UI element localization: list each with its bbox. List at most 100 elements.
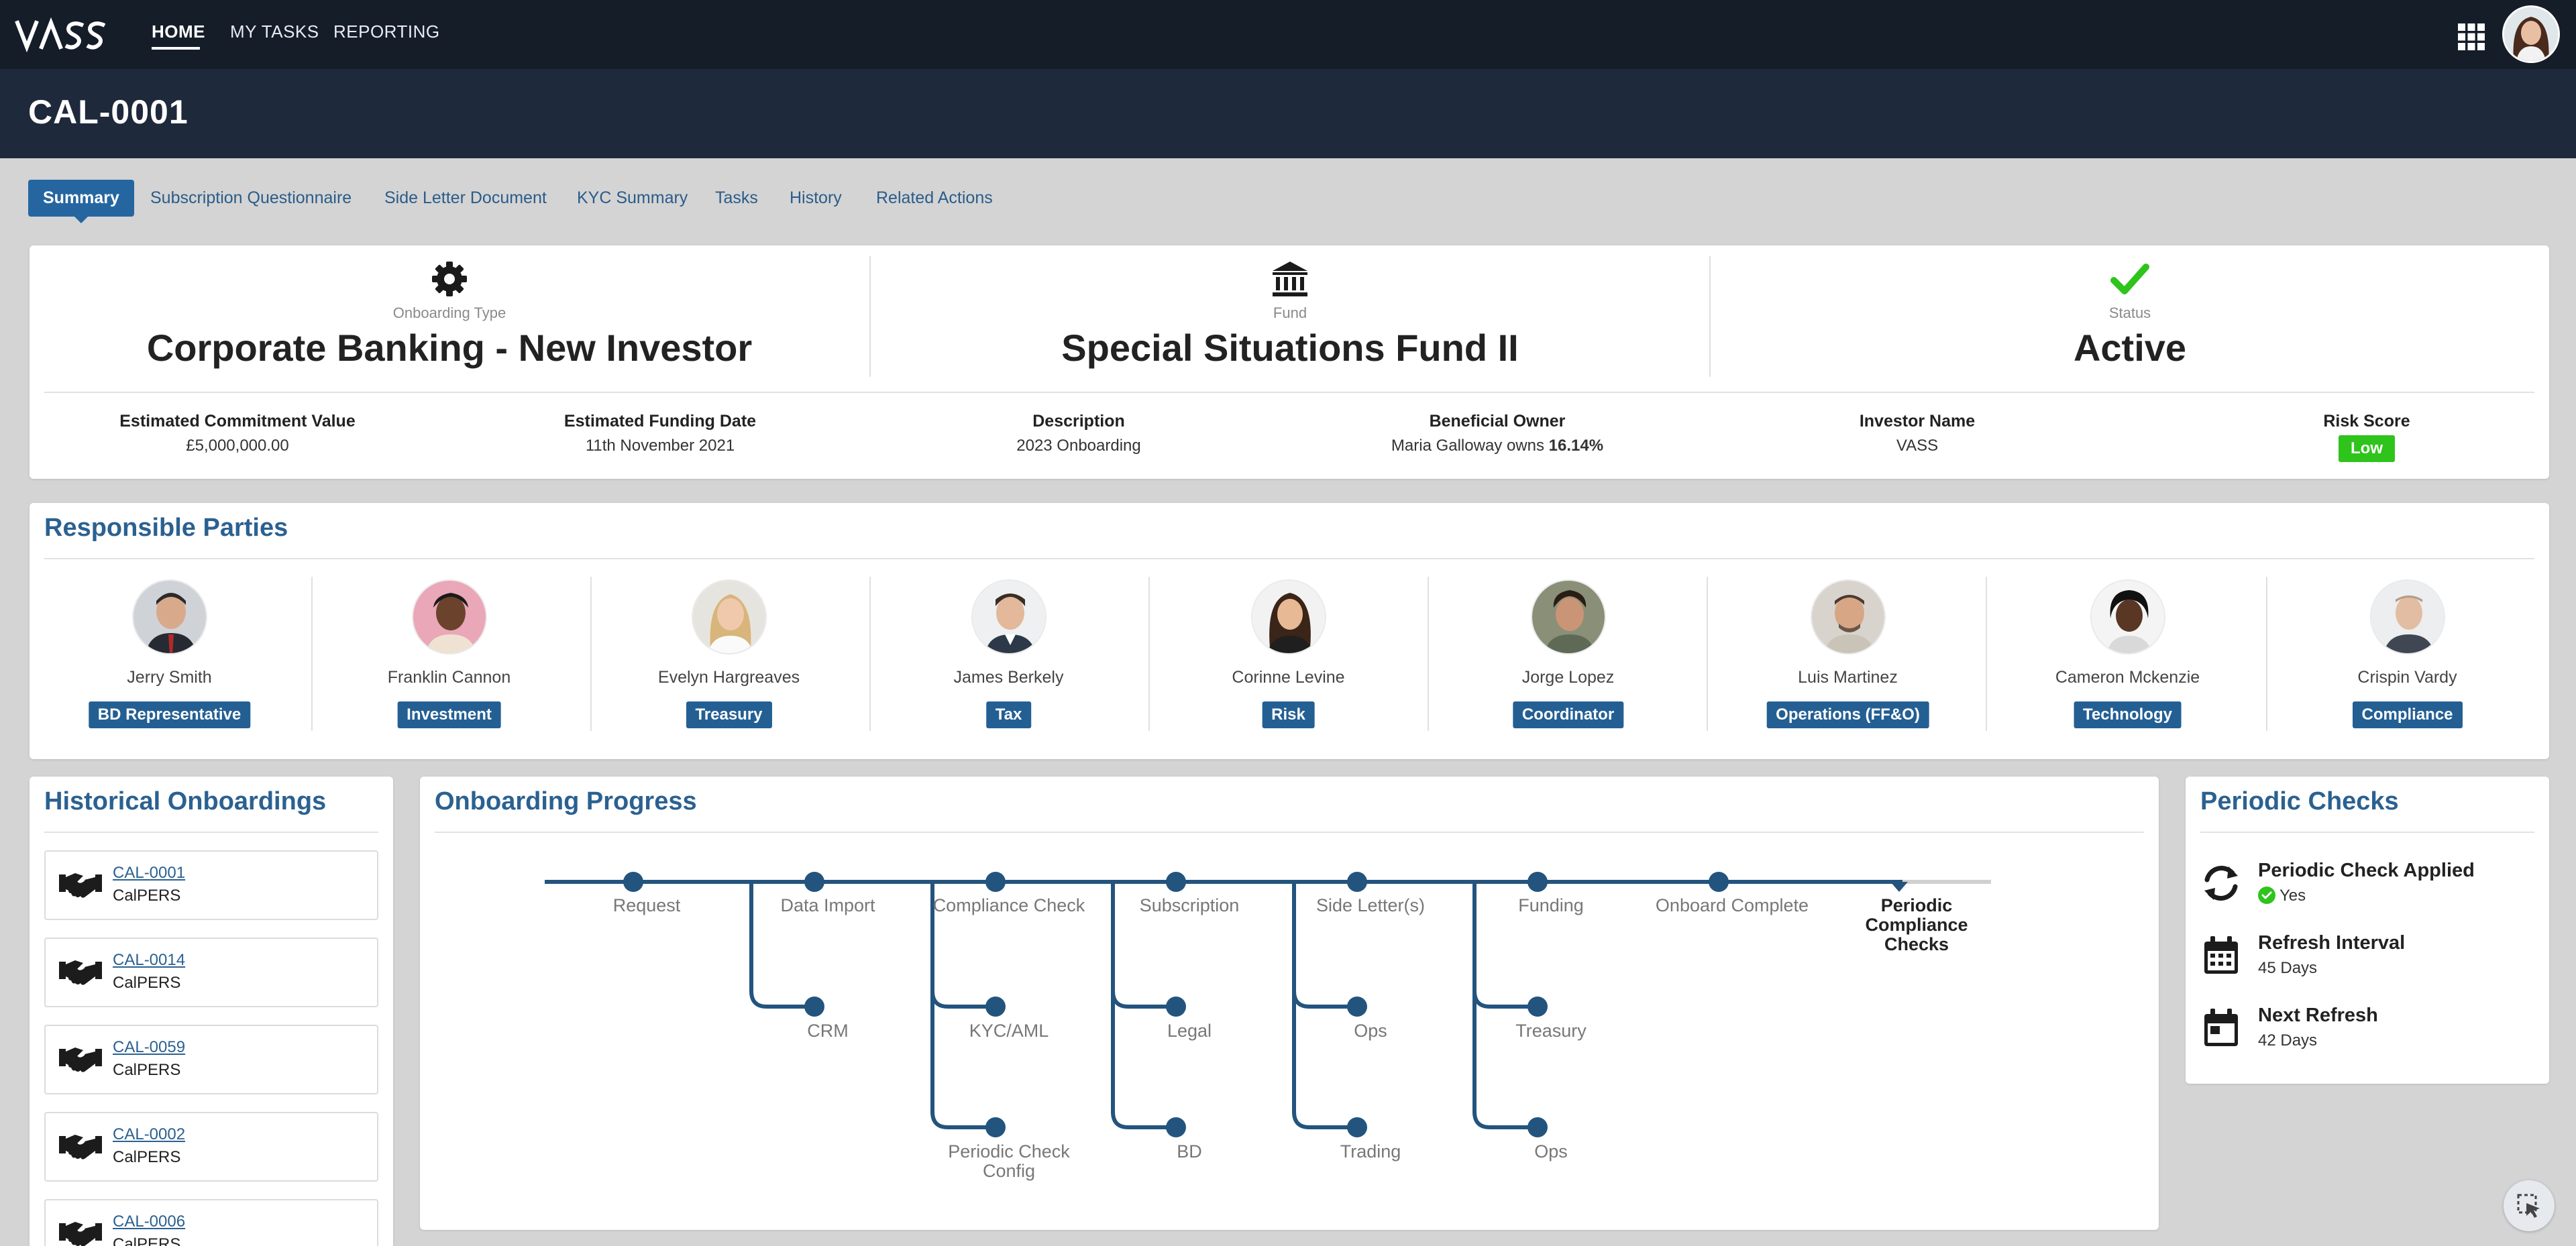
checkmark-icon [2110, 264, 2149, 294]
party-role-badge: Treasury [686, 701, 772, 728]
tab-tasks[interactable]: Tasks [700, 180, 773, 217]
status-label: Status [2108, 304, 2151, 321]
historical-item[interactable]: CAL-0014 CalPERS [44, 938, 378, 1007]
sub-node-bd [1166, 1117, 1186, 1137]
historical-onboardings-card: Historical Onboardings CAL-0001 CalPERS … [30, 777, 393, 1246]
historical-code-link[interactable]: CAL-0001 [113, 864, 185, 883]
sub-step-label: BD [1177, 1141, 1202, 1162]
periodic-check-applied-row: Periodic Check Applied Yes [2200, 860, 2536, 920]
responsible-parties-title: Responsible Parties [44, 514, 288, 542]
responsible-parties-card: Responsible Parties Jerry Smith BD Repre… [30, 503, 2549, 759]
avatar [691, 579, 767, 655]
detail-value: 2023 Onboarding [1016, 437, 1141, 455]
avatar [1530, 579, 1606, 655]
party-luis-martinez[interactable]: Luis Martinez Operations (FF&O) [1708, 575, 1988, 736]
tab-related-actions[interactable]: Related Actions [861, 180, 1008, 217]
refresh-interval-label: Refresh Interval [2258, 932, 2406, 954]
historical-name: CalPERS [113, 1235, 181, 1246]
party-name: Jorge Lopez [1521, 668, 1615, 687]
party-name: Luis Martinez [1798, 668, 1898, 687]
step-label: Data Import [780, 895, 875, 915]
sub-step-label: Periodic Check [948, 1141, 1070, 1162]
party-role-badge: BD Representative [88, 701, 251, 728]
party-crispin-vardy[interactable]: Crispin Vardy Compliance [2267, 575, 2547, 736]
detail-value: VASS [1896, 437, 1939, 455]
tab-kyc-summary[interactable]: KYC Summary [562, 180, 702, 217]
onboarding-type-block: Onboarding Type Corporate Banking - New … [30, 245, 869, 380]
party-cameron-mckenzie[interactable]: Cameron Mckenzie Technology [1988, 575, 2267, 736]
select-tool-button[interactable] [2504, 1180, 2555, 1231]
party-jorge-lopez[interactable]: Jorge Lopez Coordinator [1428, 575, 1708, 736]
sub-step-label: Trading [1340, 1141, 1401, 1162]
historical-item[interactable]: CAL-0002 CalPERS [44, 1112, 378, 1182]
next-refresh-label: Next Refresh [2258, 1005, 2378, 1026]
onboarding-type-value: Corporate Banking - New Investor [146, 327, 753, 369]
avatar [1250, 579, 1326, 655]
cursor-select-icon [2517, 1194, 2540, 1218]
party-role-badge: Technology [2074, 701, 2182, 728]
party-name: Corinne Levine [1232, 668, 1345, 687]
detail-label: Beneficial Owner [1429, 412, 1566, 431]
party-divider [1986, 577, 1987, 731]
nav-home[interactable]: HOME [152, 21, 205, 42]
historical-code-link[interactable]: CAL-0014 [113, 951, 185, 970]
avatar [1810, 579, 1886, 655]
party-james-berkely[interactable]: James Berkely Tax [869, 575, 1148, 736]
step-label: Side Letter(s) [1316, 895, 1425, 915]
sub-step-label: KYC/AML [969, 1021, 1049, 1041]
gear-icon [432, 262, 467, 296]
nav-reporting[interactable]: REPORTING [333, 21, 440, 42]
sub-node-ops-2 [1527, 1117, 1548, 1137]
party-evelyn-hargreaves[interactable]: Evelyn Hargreaves Treasury [589, 575, 869, 736]
party-role-badge: Risk [1262, 701, 1315, 728]
sub-step-label: Ops [1534, 1141, 1568, 1162]
tab-history[interactable]: History [775, 180, 857, 217]
sub-step-label: CRM [807, 1021, 849, 1041]
handshake-icon [59, 873, 102, 898]
detail-value: £5,000,000.00 [186, 437, 289, 455]
step-node-request [623, 872, 643, 892]
detail-description: Description 2023 Onboarding [931, 412, 1226, 455]
handshake-icon [59, 1135, 102, 1159]
detail-label: Investor Name [1859, 412, 1976, 431]
summary-rule [44, 392, 2534, 393]
tab-subscription-questionnaire[interactable]: Subscription Questionnaire [136, 180, 366, 217]
step-label: Funding [1518, 895, 1584, 915]
risk-score-badge: Low [2339, 435, 2395, 462]
apps-grid-icon[interactable] [2458, 23, 2485, 50]
historical-name: CalPERS [113, 974, 181, 992]
card-rule [44, 832, 378, 833]
detail-label: Description [1032, 412, 1125, 431]
party-corinne-levine[interactable]: Corinne Levine Risk [1148, 575, 1428, 736]
historical-item[interactable]: CAL-0006 CalPERS [44, 1199, 378, 1246]
sub-node-crm [804, 997, 824, 1017]
historical-item[interactable]: CAL-0059 CalPERS [44, 1025, 378, 1094]
user-avatar[interactable] [2502, 5, 2560, 63]
nav-my-tasks[interactable]: MY TASKS [230, 21, 319, 42]
party-jerry-smith[interactable]: Jerry Smith BD Representative [30, 575, 309, 736]
bank-icon [1273, 262, 1307, 296]
vass-logo[interactable] [15, 17, 109, 52]
page-header: CAL-0001 [0, 69, 2576, 158]
historical-code-link[interactable]: CAL-0006 [113, 1212, 185, 1231]
historical-code-link[interactable]: CAL-0002 [113, 1125, 185, 1144]
periodic-checks-title: Periodic Checks [2200, 787, 2399, 815]
step-node-data-import [804, 872, 824, 892]
party-role-badge: Compliance [2352, 701, 2463, 728]
sub-step-label: Config [983, 1161, 1035, 1181]
party-name: Franklin Cannon [387, 668, 511, 687]
calendar-icon [2204, 936, 2238, 974]
historical-item[interactable]: CAL-0001 CalPERS [44, 850, 378, 920]
tab-side-letter-document[interactable]: Side Letter Document [370, 180, 561, 217]
sub-step-label: Legal [1167, 1021, 1212, 1041]
branch-funding-ops [1472, 991, 1538, 1129]
historical-code-link[interactable]: CAL-0059 [113, 1038, 185, 1057]
onboarding-progress-card: Onboarding Progress Request Data Import … [420, 777, 2159, 1230]
sub-node-treasury [1527, 997, 1548, 1017]
party-franklin-cannon[interactable]: Franklin Cannon Investment [309, 575, 589, 736]
beneficial-owner-text: Maria Galloway owns [1391, 437, 1544, 455]
party-name: Jerry Smith [127, 668, 212, 687]
tab-summary[interactable]: Summary [28, 180, 134, 223]
avatar [971, 579, 1046, 655]
step-node-compliance-check [985, 872, 1006, 892]
